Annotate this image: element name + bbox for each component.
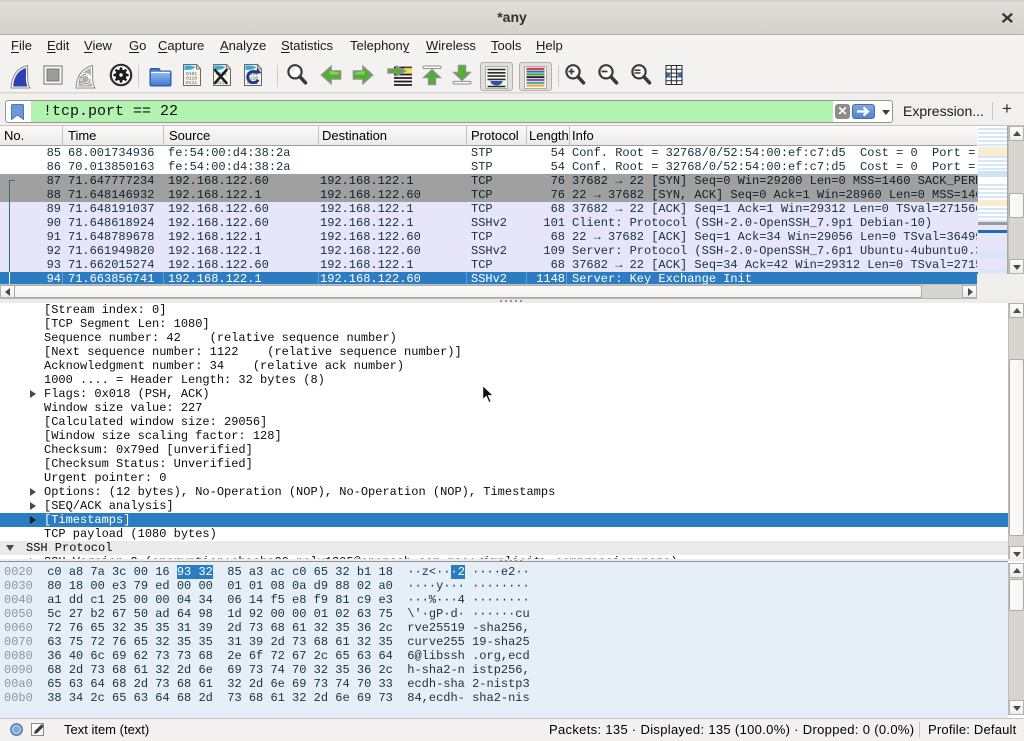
svg-text:0111: 0111 [186,80,197,86]
